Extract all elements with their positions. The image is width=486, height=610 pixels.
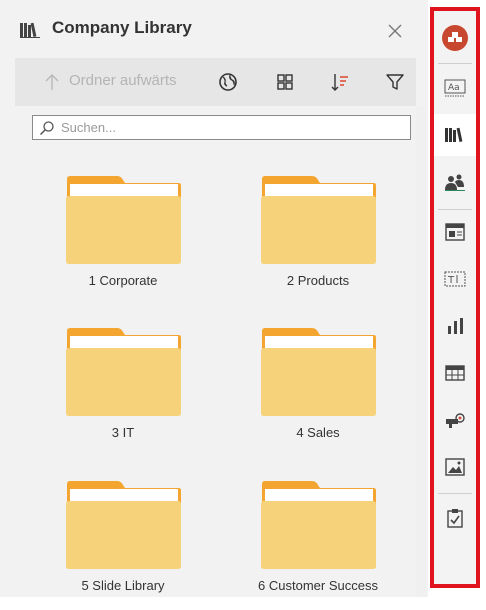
app-logo-icon xyxy=(442,25,468,51)
check-button[interactable] xyxy=(434,497,476,539)
scrollbar[interactable] xyxy=(416,106,426,597)
folder-icon xyxy=(66,176,181,264)
folder-label: 6 Customer Success xyxy=(258,578,378,593)
close-icon[interactable] xyxy=(386,22,404,40)
folder-item[interactable]: 3 IT xyxy=(38,327,208,457)
chart-button[interactable] xyxy=(434,305,476,347)
people-icon xyxy=(445,174,465,191)
arrow-up-icon[interactable] xyxy=(45,73,59,91)
folder-item[interactable]: 4 Sales xyxy=(233,327,403,457)
text-styles-button[interactable]: Aa xyxy=(434,67,476,109)
folder-icon xyxy=(66,328,181,416)
sort-icon[interactable] xyxy=(328,70,352,94)
folder-up-button[interactable]: Ordner aufwärts xyxy=(69,72,177,89)
bar-chart-icon xyxy=(448,318,463,334)
panel-header: Company Library xyxy=(0,0,428,58)
folder-label: 3 IT xyxy=(111,425,135,440)
folder-item[interactable]: 2 Products xyxy=(233,175,403,305)
table-icon xyxy=(445,365,465,381)
textbox-icon: T xyxy=(444,271,466,287)
search-box xyxy=(32,115,411,140)
folder-icon xyxy=(261,176,376,264)
folder-icon xyxy=(261,328,376,416)
library-panel: Company Library Ordner aufwärts Suchen..… xyxy=(0,0,428,597)
people-button[interactable] xyxy=(434,161,476,203)
folder-item[interactable]: 5 Slide Library xyxy=(38,480,208,610)
ribbon-separator xyxy=(438,209,472,210)
layout-button[interactable] xyxy=(434,211,476,253)
ribbon-separator xyxy=(438,493,472,494)
svg-text:Aa: Aa xyxy=(448,83,460,93)
text-styles-icon: Aa xyxy=(444,79,466,97)
ribbon-separator xyxy=(438,63,472,64)
library-button[interactable] xyxy=(434,114,476,156)
toolbar: Ordner aufwärts xyxy=(15,58,416,106)
shapes-button[interactable] xyxy=(434,399,476,441)
textbox-button[interactable]: T xyxy=(434,258,476,300)
side-ribbon: Aa T xyxy=(430,7,480,588)
clipboard-check-icon xyxy=(447,509,463,528)
image-button[interactable] xyxy=(434,446,476,488)
folder-item[interactable]: 1 Corporate xyxy=(38,175,208,305)
app-logo-button[interactable] xyxy=(434,17,476,59)
layout-icon xyxy=(445,223,465,241)
search-icon xyxy=(39,121,54,136)
folder-label: 1 Corporate xyxy=(88,273,158,288)
library-icon xyxy=(445,127,463,143)
search-input[interactable] xyxy=(61,118,401,137)
panel-title: Company Library xyxy=(52,18,192,37)
image-icon xyxy=(445,458,465,476)
folder-icon xyxy=(66,481,181,569)
table-button[interactable] xyxy=(434,352,476,394)
folder-item[interactable]: 6 Customer Success xyxy=(233,480,403,610)
folder-icon xyxy=(261,481,376,569)
folder-label: 4 Sales xyxy=(296,425,340,440)
folder-label: 5 Slide Library xyxy=(81,578,165,593)
globe-icon[interactable] xyxy=(216,70,240,94)
filter-icon[interactable] xyxy=(383,70,407,94)
folder-label: 2 Products xyxy=(286,273,350,288)
svg-text:T: T xyxy=(447,275,455,286)
grid-view-icon[interactable] xyxy=(273,70,297,94)
shapes-icon xyxy=(446,413,465,428)
library-icon xyxy=(20,22,40,38)
